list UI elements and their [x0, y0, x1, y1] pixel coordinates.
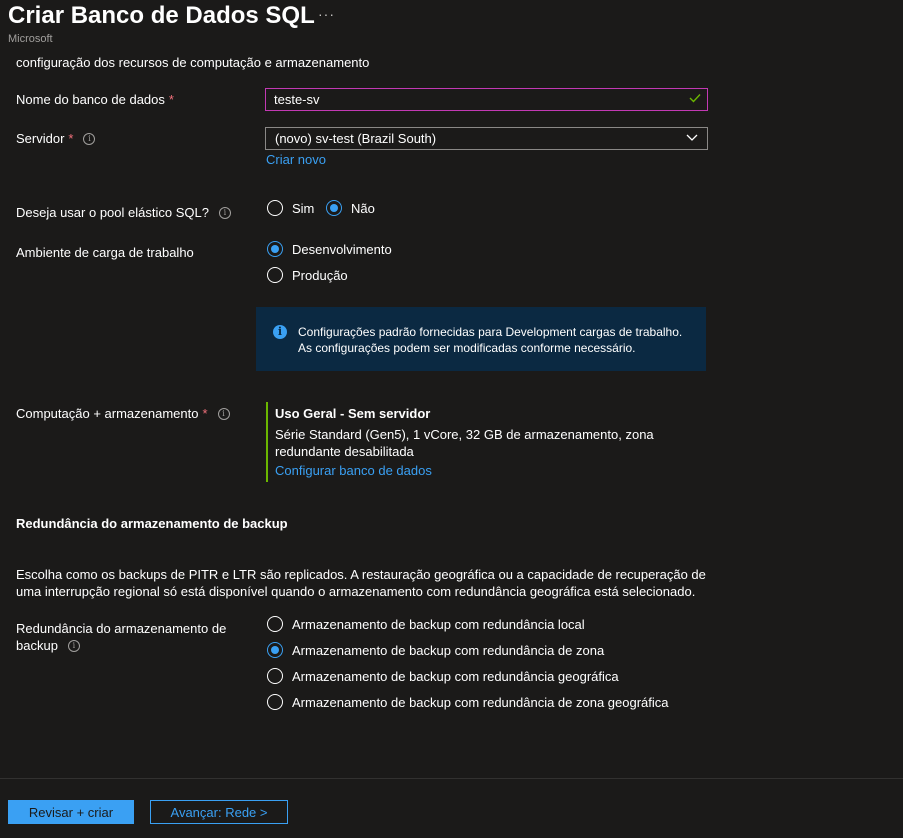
backup-redundancy-label-line: Redundância do armazenamento de — [16, 621, 227, 636]
radio-button[interactable] — [267, 668, 283, 684]
radio-button-selected[interactable] — [267, 642, 283, 658]
radio-button[interactable] — [267, 200, 283, 216]
workload-label: Ambiente de carga de trabalho — [16, 245, 194, 260]
info-icon[interactable]: i — [217, 407, 230, 420]
info-circle-icon: i — [273, 325, 287, 339]
required-asterisk: * — [68, 131, 74, 146]
workload-option-development[interactable]: Desenvolvimento — [267, 241, 392, 257]
radio-label: Armazenamento de backup com redundância … — [292, 642, 605, 658]
radio-label: Produção — [292, 267, 348, 283]
radio-button[interactable] — [267, 267, 283, 283]
backup-description-line: uma interrupção regional só está disponí… — [16, 584, 696, 599]
backup-option-geo-zone[interactable]: Armazenamento de backup com redundância … — [267, 694, 669, 710]
database-name-label-text: Nome do banco de dados — [16, 92, 165, 107]
radio-label: Não — [351, 200, 375, 216]
required-asterisk: * — [168, 92, 174, 107]
backup-option-geo[interactable]: Armazenamento de backup com redundância … — [267, 668, 619, 684]
page-title: Criar Banco de Dados SQL — [8, 2, 315, 29]
server-selected-value: (novo) sv-test (Brazil South) — [275, 131, 437, 146]
compute-details-line: Série Standard (Gen5), 1 vCore, 32 GB de… — [275, 427, 654, 442]
info-banner-line: Configurações padrão fornecidas para Dev… — [298, 325, 683, 339]
compute-summary: Uso Geral - Sem servidor Série Standard … — [266, 402, 665, 482]
compute-storage-label-text: Computação + armazenamento — [16, 406, 199, 421]
footer-divider — [0, 778, 903, 779]
radio-button-selected[interactable] — [267, 241, 283, 257]
database-name-input[interactable] — [274, 92, 674, 107]
info-icon[interactable]: i — [67, 639, 80, 652]
backup-redundancy-label: Redundância do armazenamento de backup i — [16, 620, 226, 654]
radio-label: Armazenamento de backup com redundância … — [292, 616, 585, 632]
elastic-pool-option-no[interactable]: Não — [326, 200, 375, 216]
publisher-label: Microsoft — [8, 33, 53, 45]
compute-tier: Uso Geral - Sem servidor — [275, 406, 431, 421]
workload-option-production[interactable]: Produção — [267, 267, 348, 283]
radio-button[interactable] — [267, 694, 283, 710]
database-name-field[interactable] — [265, 88, 708, 111]
info-icon[interactable]: i — [218, 206, 231, 219]
compute-details-line: redundante desabilitada — [275, 444, 414, 459]
info-banner-line: As configurações podem ser modificadas c… — [298, 341, 636, 355]
more-options-icon[interactable]: ··· — [318, 6, 335, 22]
database-name-label: Nome do banco de dados * — [16, 92, 174, 107]
server-label: Servidor * i — [16, 131, 96, 146]
workload-info-banner: i Configurações padrão fornecidas para D… — [256, 307, 706, 371]
radio-label: Desenvolvimento — [292, 241, 392, 257]
backup-section-title: Redundância do armazenamento de backup — [16, 516, 288, 531]
compute-storage-label: Computação + armazenamento * i — [16, 406, 230, 421]
backup-option-zone[interactable]: Armazenamento de backup com redundância … — [267, 642, 604, 658]
radio-button[interactable] — [267, 616, 283, 632]
elastic-pool-label: Deseja usar o pool elástico SQL? i — [16, 205, 231, 220]
info-banner-text: Configurações padrão fornecidas para Dev… — [298, 324, 682, 356]
review-create-button[interactable]: Revisar + criar — [8, 800, 134, 824]
chevron-down-icon — [686, 134, 698, 141]
create-new-server-link[interactable]: Criar novo — [266, 152, 326, 167]
elastic-pool-option-yes[interactable]: Sim — [267, 200, 314, 216]
configure-database-link[interactable]: Configurar banco de dados — [275, 463, 665, 478]
elastic-pool-label-text: Deseja usar o pool elástico SQL? — [16, 205, 209, 220]
next-networking-button[interactable]: Avançar: Rede > — [150, 800, 288, 824]
intro-text: configuração dos recursos de computação … — [16, 55, 370, 70]
backup-redundancy-label-line: backup i — [16, 637, 226, 654]
radio-label: Sim — [292, 200, 315, 216]
checkmark-icon — [689, 94, 701, 103]
info-icon[interactable]: i — [83, 132, 96, 145]
backup-description: Escolha como os backups de PITR e LTR sã… — [16, 566, 706, 600]
compute-details: Série Standard (Gen5), 1 vCore, 32 GB de… — [275, 426, 665, 460]
backup-option-local[interactable]: Armazenamento de backup com redundância … — [267, 616, 585, 632]
backup-redundancy-label-text: backup — [16, 638, 58, 653]
radio-button-selected[interactable] — [326, 200, 342, 216]
server-dropdown[interactable]: (novo) sv-test (Brazil South) — [265, 127, 708, 150]
backup-description-line: Escolha como os backups de PITR e LTR sã… — [16, 567, 706, 582]
radio-label: Armazenamento de backup com redundância … — [292, 668, 619, 684]
radio-label: Armazenamento de backup com redundância … — [292, 694, 669, 710]
server-label-text: Servidor — [16, 131, 65, 146]
required-asterisk: * — [202, 406, 208, 421]
